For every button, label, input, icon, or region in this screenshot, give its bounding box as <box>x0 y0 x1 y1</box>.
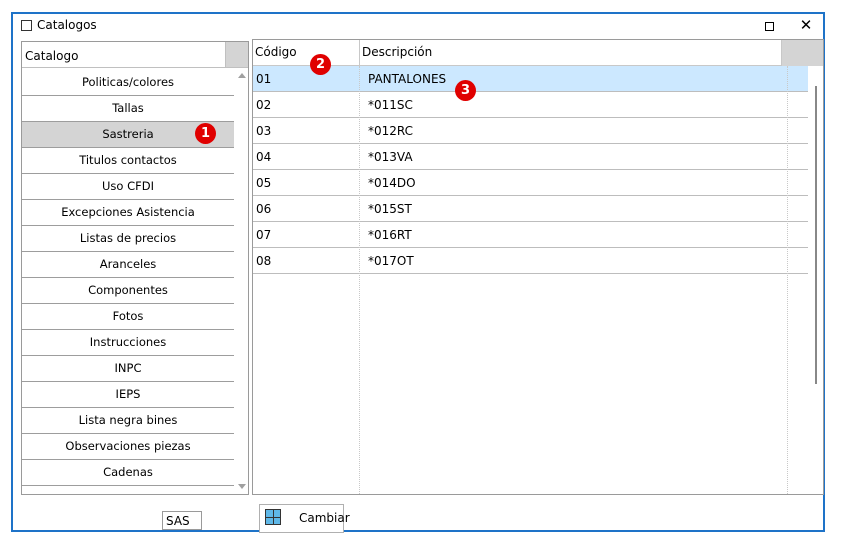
table-row[interactable]: 08 *017OT <box>253 248 808 274</box>
cell-codigo: 07 <box>256 228 272 242</box>
cell-descripcion: *011SC <box>368 98 413 112</box>
table-row[interactable]: 07 *016RT <box>253 222 808 248</box>
catalog-panel: Catalogo Politicas/colores Tallas Sastreri… <box>21 41 249 495</box>
cell-codigo: 05 <box>256 176 272 190</box>
grid-table-icon <box>265 509 281 525</box>
catalog-item[interactable]: Instrucciones <box>22 330 234 356</box>
scroll-down-arrow-icon[interactable] <box>238 484 246 489</box>
company-code-field[interactable]: SAS <box>162 511 202 530</box>
maximize-button[interactable] <box>761 18 777 34</box>
catalog-item[interactable]: INPC <box>22 356 234 382</box>
cell-codigo: 01 <box>256 72 272 86</box>
close-button[interactable]: ✕ <box>797 16 815 34</box>
window-title: Catalogos <box>37 18 97 32</box>
catalog-item[interactable]: Listas de precios <box>22 226 234 252</box>
catalog-item[interactable]: Componentes <box>22 278 234 304</box>
cell-descripcion: *015ST <box>368 202 412 216</box>
catalog-item[interactable]: Titulos contactos <box>22 148 234 174</box>
table-row[interactable]: 06 *015ST <box>253 196 808 222</box>
cell-codigo: 04 <box>256 150 272 164</box>
cell-descripcion: *014DO <box>368 176 416 190</box>
scroll-up-arrow-icon[interactable] <box>238 73 246 78</box>
close-icon: ✕ <box>799 16 813 34</box>
catalog-item[interactable]: IEPS <box>22 382 234 408</box>
column-header-codigo[interactable]: Código <box>253 40 360 66</box>
catalog-item[interactable]: Excepciones Asistencia <box>22 200 234 226</box>
callout-marker-1: 1 <box>195 123 216 144</box>
cell-descripcion: *012RC <box>368 124 414 138</box>
catalog-item[interactable]: Tallas <box>22 96 234 122</box>
table-row[interactable]: 04 *013VA <box>253 144 808 170</box>
cell-descripcion: *017OT <box>368 254 414 268</box>
catalog-header-label: Catalogo <box>22 42 226 68</box>
cambiar-button-label: Cambiar <box>299 511 350 525</box>
callout-marker-2: 2 <box>310 54 331 75</box>
window-icon <box>21 20 32 31</box>
column-divider <box>359 66 360 494</box>
grid-body: 01 PANTALONES 02 *011SC 03 *012RC 04 *013VA 05 *0… <box>253 66 808 274</box>
table-row[interactable]: 01 PANTALONES <box>253 66 808 92</box>
catalog-item[interactable]: Aranceles <box>22 252 234 278</box>
maximize-icon <box>764 21 774 31</box>
grid-header: Código Descripción <box>253 40 823 66</box>
cell-codigo: 08 <box>256 254 272 268</box>
cell-codigo: 02 <box>256 98 272 112</box>
catalog-item[interactable]: Politicas/colores <box>22 70 234 96</box>
cell-codigo: 03 <box>256 124 272 138</box>
cell-descripcion: *013VA <box>368 150 413 164</box>
grid-scrollbar[interactable] <box>808 66 823 494</box>
cell-descripcion: *016RT <box>368 228 412 242</box>
title-bar: Catalogos ✕ <box>13 14 823 38</box>
table-row[interactable]: 02 *011SC <box>253 92 808 118</box>
catalog-item[interactable]: Cadenas <box>22 460 234 486</box>
catalog-header: Catalogo <box>22 42 248 68</box>
column-header-descripcion[interactable]: Descripción <box>360 40 782 66</box>
callout-marker-3: 3 <box>455 80 476 101</box>
catalog-item[interactable]: Lista negra bines <box>22 408 234 434</box>
cell-descripcion: PANTALONES <box>368 72 447 86</box>
table-row[interactable]: 05 *014DO <box>253 170 808 196</box>
catalogos-window: Catalogos ✕ Catalogo Politicas/colores Ta… <box>11 12 825 533</box>
grid-scrollbar-thumb[interactable] <box>815 86 817 384</box>
catalog-scrollbar[interactable] <box>235 68 248 494</box>
catalog-item[interactable]: Observaciones piezas <box>22 434 234 460</box>
catalog-grid: Código Descripción 01 PANTALONES 02 *011SC 0… <box>252 39 824 495</box>
catalog-item[interactable]: Fotos <box>22 304 234 330</box>
catalog-header-filler <box>226 42 248 68</box>
cambiar-button[interactable]: Cambiar <box>259 504 350 533</box>
cell-codigo: 06 <box>256 202 272 216</box>
grid-header-filler <box>782 40 823 66</box>
column-divider <box>787 66 788 494</box>
table-row[interactable]: 03 *012RC <box>253 118 808 144</box>
catalog-item[interactable]: Uso CFDI <box>22 174 234 200</box>
